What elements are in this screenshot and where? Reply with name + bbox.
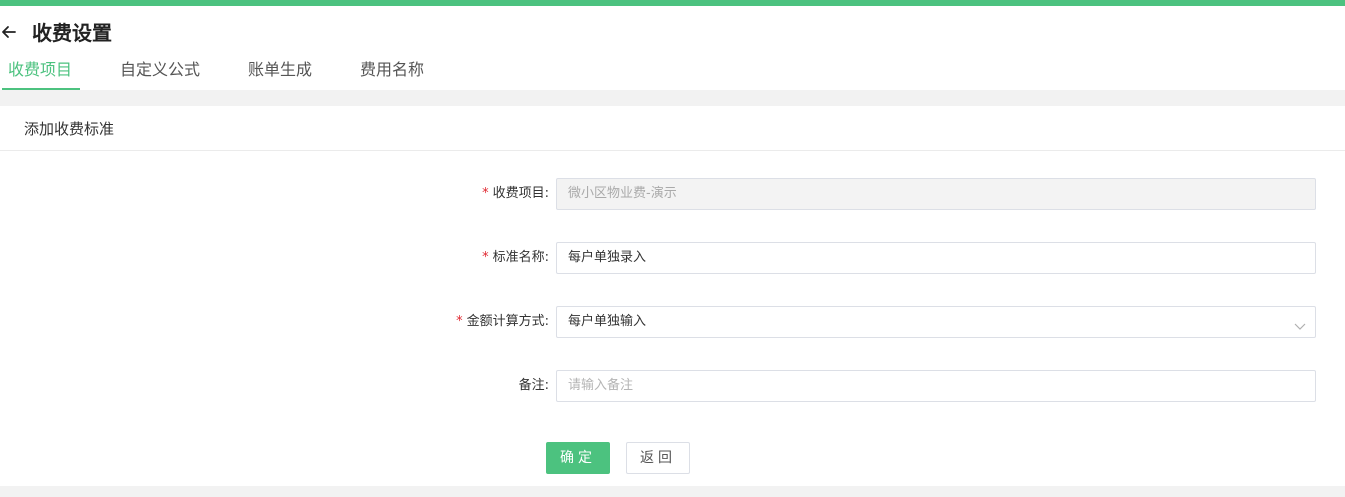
standard-name-input[interactable]: 每户单独录入 xyxy=(556,242,1316,274)
required-mark: * xyxy=(456,314,463,329)
form-row-fee-item: * 收费项目: 微小区物业费-演示 xyxy=(0,178,1345,210)
form-row-calc-method: * 金额计算方式: 每户单独输入 xyxy=(0,306,1345,338)
calc-method-select[interactable]: 每户单独输入 xyxy=(556,306,1316,338)
page-title: 收费设置 xyxy=(32,21,112,45)
remarks-input[interactable]: 请输入备注 xyxy=(556,370,1316,402)
remarks-label: 备注: xyxy=(518,378,549,393)
tab-bar: 收费项目 自定义公式 账单生成 费用名称 xyxy=(0,56,600,90)
standard-name-label: * 标准名称: xyxy=(482,250,549,265)
add-fee-standard-panel: 添加收费标准 * 收费项目: 微小区物业费-演示 * 标准名称: 每户单独录入 * 金… xyxy=(0,106,1345,486)
tab-bill-generation[interactable]: 账单生成 xyxy=(248,56,312,90)
form-row-standard-name: * 标准名称: 每户单独录入 xyxy=(0,242,1345,274)
back-button[interactable]: 返回 xyxy=(626,442,690,474)
tab-custom-formula[interactable]: 自定义公式 xyxy=(120,56,200,90)
tab-fee-names[interactable]: 费用名称 xyxy=(360,56,424,90)
panel-divider xyxy=(0,150,1345,151)
section-separator xyxy=(0,90,1345,106)
calc-method-label: * 金额计算方式: xyxy=(456,314,549,329)
calc-method-value: 每户单独输入 xyxy=(568,314,647,329)
required-mark: * xyxy=(482,250,489,265)
form-row-remarks: 备注: 请输入备注 xyxy=(0,370,1345,402)
chevron-down-icon[interactable] xyxy=(1293,315,1307,330)
tab-fee-items[interactable]: 收费项目 xyxy=(1,56,81,90)
required-mark: * xyxy=(482,186,489,201)
fee-item-label: * 收费项目: xyxy=(482,186,549,201)
fee-item-input: 微小区物业费-演示 xyxy=(556,178,1316,210)
bottom-band xyxy=(0,486,1345,497)
arrow-left-icon[interactable] xyxy=(0,23,18,41)
confirm-button[interactable]: 确定 xyxy=(546,442,610,474)
panel-title: 添加收费标准 xyxy=(24,120,115,138)
page-header: 收费设置 收费项目 自定义公式 账单生成 费用名称 xyxy=(0,6,1345,90)
